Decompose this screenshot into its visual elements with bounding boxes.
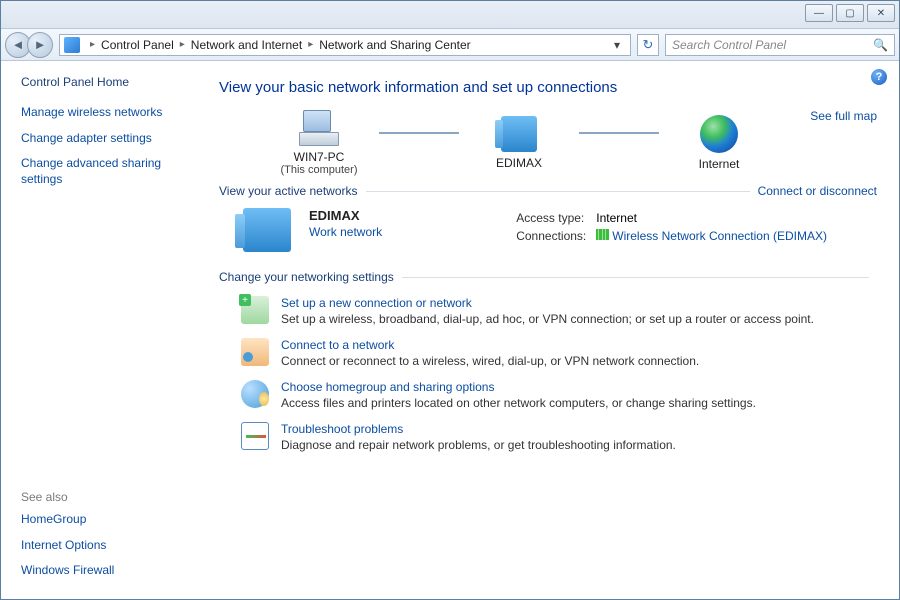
page-title: View your basic network information and … <box>219 79 877 96</box>
breadcrumb-item[interactable]: Control Panel <box>101 38 174 52</box>
access-type-value: Internet <box>596 210 835 226</box>
task-setup-connection-link[interactable]: Set up a new connection or network <box>281 296 814 310</box>
breadcrumb-item[interactable]: Network and Sharing Center <box>319 38 470 52</box>
network-icon <box>243 208 291 252</box>
connections-label: Connections: <box>516 228 594 244</box>
search-input[interactable]: Search Control Panel 🔍 <box>665 34 895 56</box>
computer-icon <box>299 110 339 146</box>
search-icon: 🔍 <box>873 38 888 52</box>
see-also-homegroup[interactable]: HomeGroup <box>21 512 193 528</box>
network-details: Access type: Internet Connections: Wirel… <box>514 208 837 252</box>
active-networks-heading: View your active networks <box>219 184 358 198</box>
change-settings-heading: Change your networking settings <box>219 270 394 284</box>
control-panel-home-link[interactable]: Control Panel Home <box>21 75 193 89</box>
setup-connection-icon <box>241 296 269 324</box>
control-panel-icon <box>64 37 80 53</box>
breadcrumb[interactable]: ▸ Control Panel ▸ Network and Internet ▸… <box>59 34 631 56</box>
chevron-right-icon: ▸ <box>86 39 99 50</box>
sidebar-link-wireless[interactable]: Manage wireless networks <box>21 105 193 121</box>
map-node-internet[interactable]: Internet <box>659 115 779 171</box>
task-homegroup-link[interactable]: Choose homegroup and sharing options <box>281 380 756 394</box>
chevron-right-icon: ▸ <box>176 39 189 50</box>
chevron-right-icon: ▸ <box>304 39 317 50</box>
homegroup-icon <box>241 380 269 408</box>
maximize-button[interactable]: ▢ <box>836 4 864 22</box>
forward-button[interactable]: ► <box>27 32 53 58</box>
titlebar: — ▢ ✕ <box>1 1 899 29</box>
troubleshoot-icon <box>241 422 269 450</box>
search-placeholder: Search Control Panel <box>672 38 786 52</box>
map-node-router[interactable]: EDIMAX <box>459 116 579 170</box>
see-also-heading: See also <box>21 490 193 504</box>
content-pane: ? View your basic network information an… <box>207 61 899 599</box>
connection-link[interactable]: Wireless Network Connection (EDIMAX) <box>612 229 827 243</box>
close-button[interactable]: ✕ <box>867 4 895 22</box>
map-connector <box>579 132 659 134</box>
minimize-button[interactable]: — <box>805 4 833 22</box>
see-also-internet-options[interactable]: Internet Options <box>21 538 193 554</box>
breadcrumb-dropdown[interactable]: ▾ <box>608 38 626 52</box>
refresh-button[interactable]: ↻ <box>637 34 659 56</box>
network-map: WIN7-PC (This computer) EDIMAX Internet <box>259 110 877 176</box>
sidebar-link-adapter[interactable]: Change adapter settings <box>21 131 193 147</box>
network-name: EDIMAX <box>309 208 382 223</box>
connect-disconnect-link[interactable]: Connect or disconnect <box>758 184 877 198</box>
task-desc: Set up a wireless, broadband, dial-up, a… <box>281 312 814 326</box>
globe-icon <box>700 115 738 153</box>
see-also-windows-firewall[interactable]: Windows Firewall <box>21 563 193 579</box>
access-type-label: Access type: <box>516 210 594 226</box>
map-connector <box>379 132 459 134</box>
task-connect-network-link[interactable]: Connect to a network <box>281 338 699 352</box>
sidebar-link-advanced-sharing[interactable]: Change advanced sharing settings <box>21 156 193 187</box>
router-icon <box>501 116 537 152</box>
task-list: Set up a new connection or network Set u… <box>219 296 877 452</box>
task-desc: Connect or reconnect to a wireless, wire… <box>281 354 699 368</box>
task-desc: Diagnose and repair network problems, or… <box>281 438 676 452</box>
sidebar: Control Panel Home Manage wireless netwo… <box>1 61 207 599</box>
connect-network-icon <box>241 338 269 366</box>
help-icon[interactable]: ? <box>871 69 887 85</box>
task-troubleshoot-link[interactable]: Troubleshoot problems <box>281 422 676 436</box>
breadcrumb-item[interactable]: Network and Internet <box>191 38 302 52</box>
task-desc: Access files and printers located on oth… <box>281 396 756 410</box>
toolbar: ◄ ► ▸ Control Panel ▸ Network and Intern… <box>1 29 899 61</box>
map-node-this-pc[interactable]: WIN7-PC (This computer) <box>259 110 379 176</box>
network-type-link[interactable]: Work network <box>309 225 382 239</box>
signal-icon <box>596 229 609 240</box>
see-full-map-link[interactable]: See full map <box>810 109 877 123</box>
